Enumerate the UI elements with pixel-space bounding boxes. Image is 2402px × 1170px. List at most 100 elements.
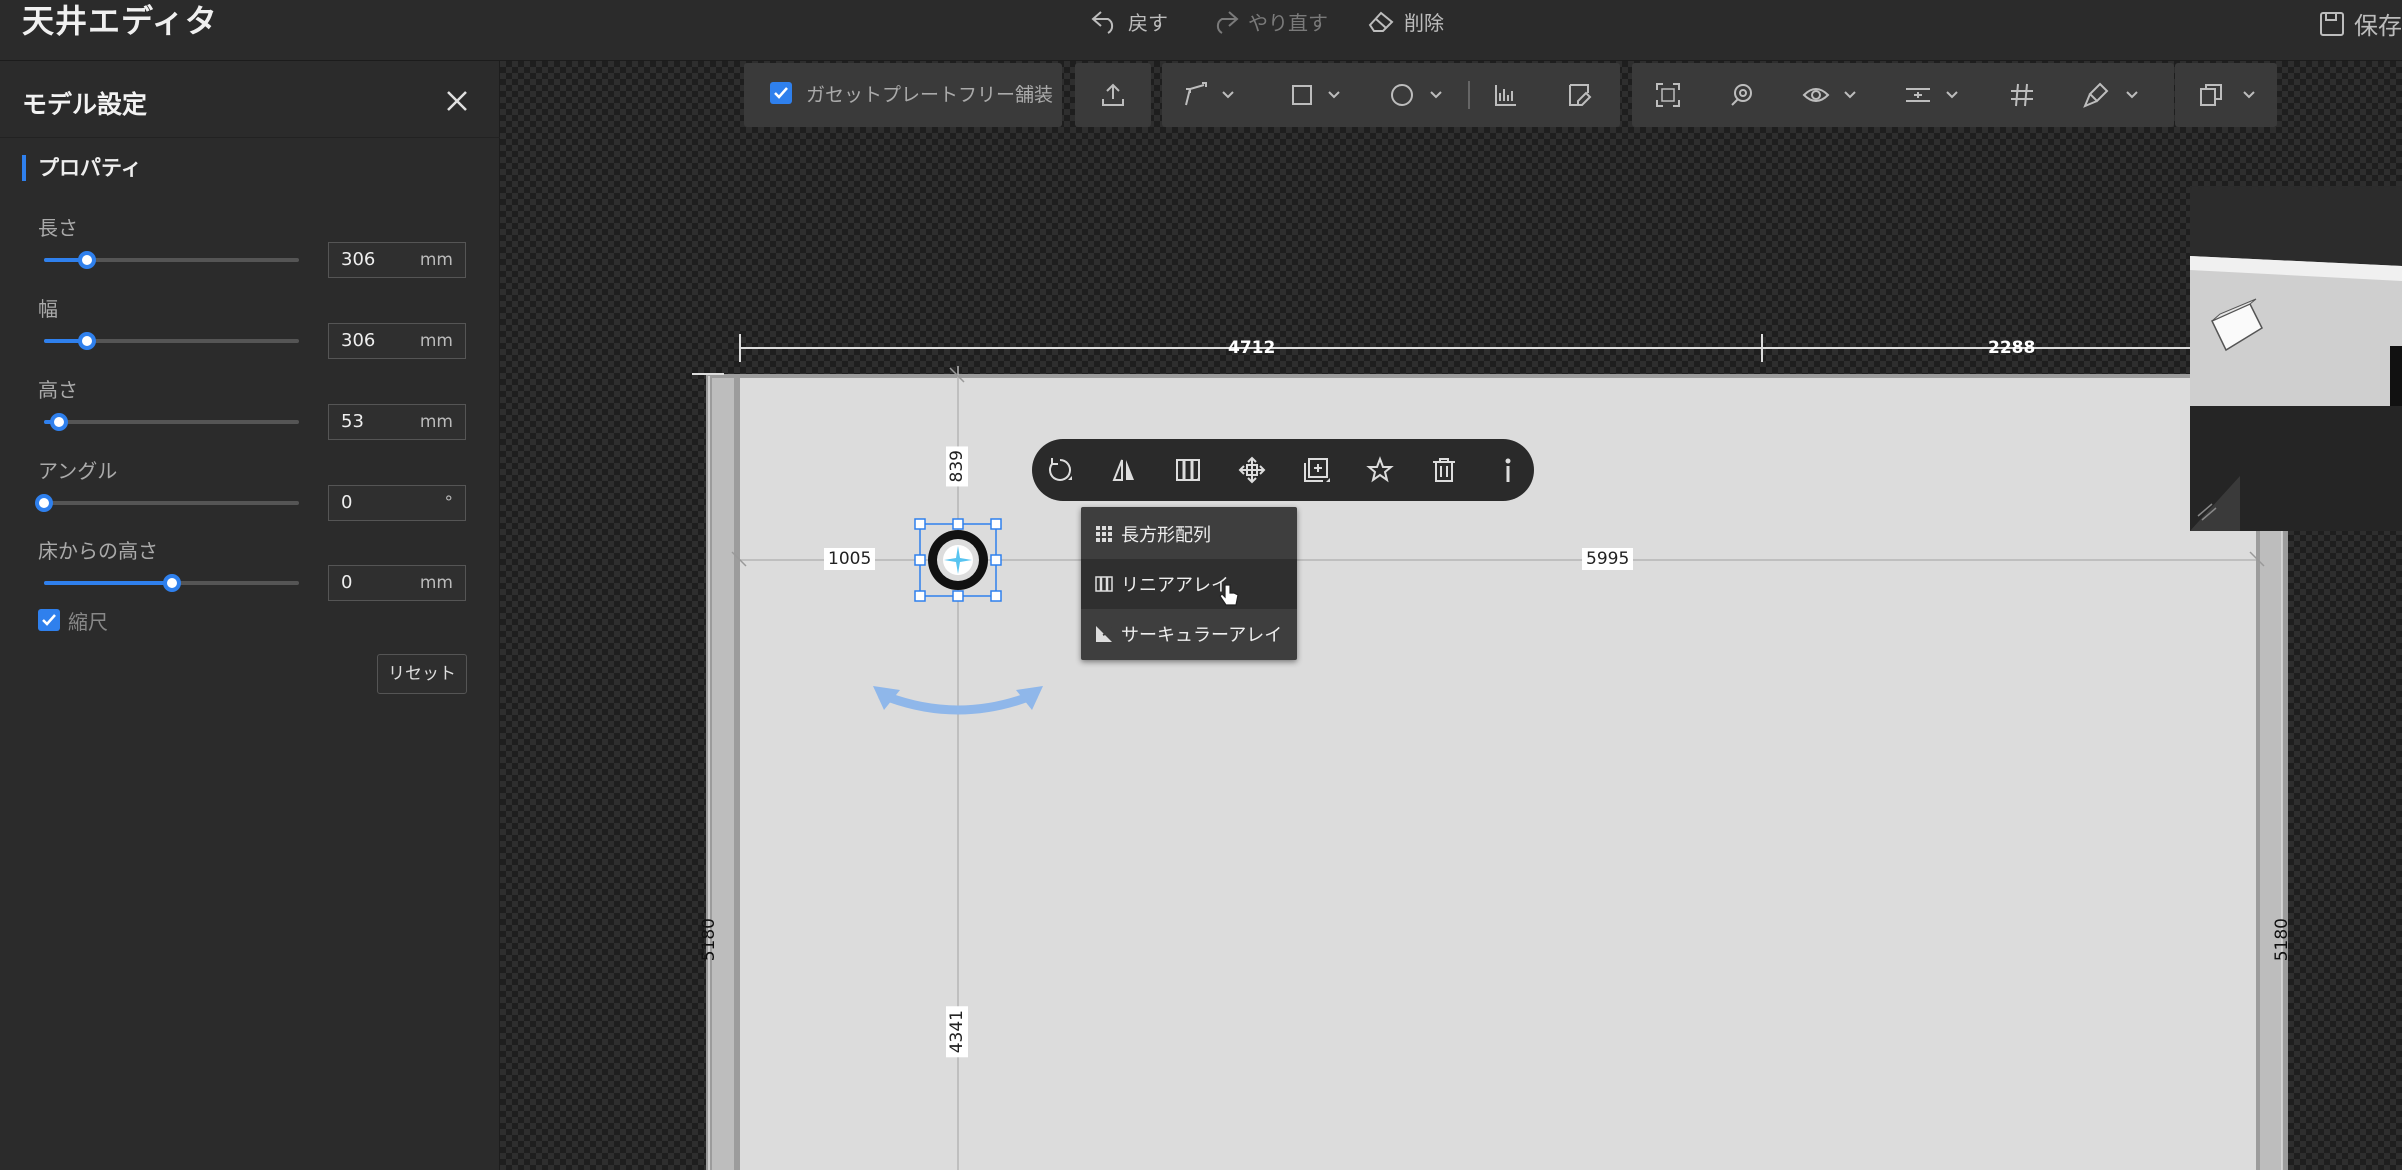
angle-slider[interactable] [35,494,299,512]
layers-icon[interactable] [2197,81,2225,109]
undo-icon [1091,11,1114,34]
toolbar-divider [1468,81,1470,109]
grid-array-icon [1096,526,1112,542]
length-input[interactable]: 306 mm [328,242,466,278]
measure-icon[interactable] [1492,81,1520,109]
gusset-label: ガセットプレートフリー舗装 [806,84,1054,106]
redo-button[interactable]: やり直す [1210,6,1328,36]
dimension-right-height: 5180 [2272,918,2292,962]
menu-item-label: 長方形配列 [1121,525,1211,546]
align-icon[interactable] [1904,81,1932,109]
save-icon [2320,11,2344,36]
dimension-top-left: 4712 [1228,338,1276,358]
chevron-down-icon[interactable] [1946,91,1958,99]
chevron-down-icon[interactable] [1430,91,1442,99]
model-context-toolbar [1032,439,1534,501]
rectangle-icon[interactable] [1288,81,1316,109]
properties-header: プロパティ [22,155,142,181]
floor-height-slider-thumb[interactable] [162,574,181,592]
upload-toolbar-group [1075,63,1151,127]
3d-preview-view [2190,186,2402,531]
reset-button[interactable]: リセット [377,654,467,694]
undo-button[interactable]: 戻す [1090,6,1168,36]
gusset-checkbox[interactable] [770,82,792,104]
width-slider[interactable] [44,332,299,350]
top-bar: 天井エディタ 戻す やり直す 削除 保存 [0,0,2402,61]
3d-preview-panel[interactable] [2190,186,2402,531]
dimension-left-height: 5180 [699,918,719,962]
chevron-down-icon[interactable] [1328,91,1340,99]
chevron-down-icon[interactable] [1222,91,1234,99]
layers-toolbar-group [2175,63,2277,127]
length-label: 長さ [38,216,78,240]
chevron-down-icon[interactable] [2243,91,2255,99]
upload-icon[interactable] [1099,81,1127,109]
menu-item-label: サーキュラーアレイ [1121,625,1283,646]
favorite-icon[interactable] [1366,456,1394,484]
circle-icon[interactable] [1388,81,1416,109]
hand-cursor-icon [1219,584,1239,606]
chevron-down-icon[interactable] [2126,91,2138,99]
angle-label: アングル [38,459,118,483]
mirror-icon[interactable] [1110,456,1138,484]
width-slider-thumb[interactable] [78,332,97,350]
chevron-down-icon[interactable] [1844,91,1856,99]
dimension-top-right: 2288 [1988,338,2036,358]
undo-label: 戻す [1128,10,1168,35]
angle-input[interactable]: 0 ° [328,485,466,521]
menu-item-label: リニアアレイ [1121,575,1229,596]
redo-label: やり直す [1248,10,1328,35]
floor-height-input[interactable]: 0 mm [328,565,466,601]
move-icon[interactable] [1238,456,1266,484]
edit-area-icon[interactable] [1566,81,1594,109]
target-icon[interactable] [1728,81,1756,109]
dimension-right-offset: 5995 [1582,548,1634,570]
angle-slider-thumb[interactable] [35,494,53,512]
menu-item-linear-array[interactable]: リニアアレイ [1081,559,1297,609]
save-label: 保存 [2354,12,2402,40]
height-label: 高さ [38,378,78,402]
height-input[interactable]: 53 mm [328,404,466,440]
selected-downlight-model[interactable] [914,518,1002,602]
left-wall [706,374,740,1170]
trash-icon[interactable] [1430,456,1458,484]
paint-icon[interactable] [2082,81,2110,109]
duplicate-icon[interactable] [1302,456,1330,484]
linear-array-icon [1095,576,1113,592]
grid-icon[interactable] [2008,81,2036,109]
length-slider-thumb[interactable] [78,251,97,269]
app-title: 天井エディタ [22,2,218,40]
fit-view-icon[interactable] [1654,81,1682,109]
model-settings-panel: モデル設定 プロパティ 長さ 306 mm 幅 306 mm 高さ 53 mm アング… [0,61,500,1170]
length-slider[interactable] [44,251,299,269]
scale-label: 縮尺 [68,610,108,634]
floor-height-label: 床からの高さ [38,539,158,563]
close-icon[interactable] [443,87,471,115]
scale-checkbox[interactable] [38,609,60,631]
width-label: 幅 [38,297,58,321]
floor-height-slider[interactable] [44,574,299,592]
draw-path-icon[interactable] [1182,81,1210,109]
array-icon[interactable] [1174,456,1202,484]
menu-item-circular-array[interactable]: サーキュラーアレイ [1081,609,1297,659]
dimension-left-offset: 1005 [824,548,876,570]
info-icon[interactable] [1494,456,1522,484]
dimension-bottom-offset: 4341 [946,1006,968,1058]
save-button[interactable]: 保存 [2318,6,2402,41]
panel-divider [0,137,500,138]
width-input[interactable]: 306 mm [328,323,466,359]
view-toolbar-group [1632,63,2174,127]
redo-icon [1216,11,1239,34]
height-slider-thumb[interactable] [50,413,69,431]
panel-title: モデル設定 [22,90,148,119]
top-wall [706,374,2286,378]
circular-array-icon [1096,626,1113,642]
rotate-icon[interactable] [1046,456,1074,484]
draw-toolbar-group [1162,63,1620,127]
eye-icon[interactable] [1802,81,1830,109]
height-slider[interactable] [44,413,299,431]
dimension-top-offset: 839 [946,446,968,487]
menu-item-rectangular-array[interactable]: 長方形配列 [1081,509,1297,559]
delete-button[interactable]: 削除 [1366,6,1444,36]
eraser-icon [1368,11,1394,32]
